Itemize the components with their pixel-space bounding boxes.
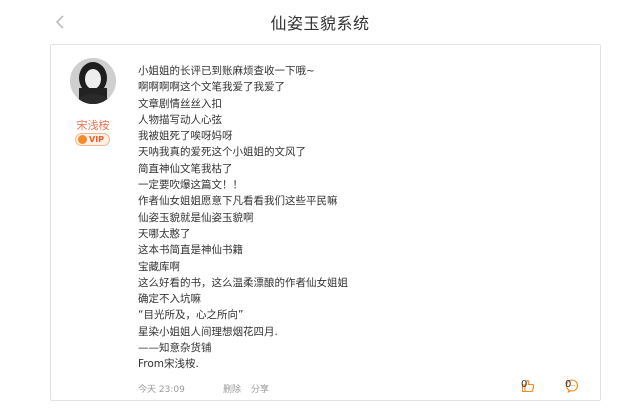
- content-line: 这么好看的书，这么温柔漂酿的作者仙女姐姐: [138, 276, 348, 289]
- share-button[interactable]: 分享: [251, 382, 269, 395]
- vip-badge: VIP: [75, 133, 111, 146]
- comment-card: 宋浅桉 VIP 小姐姐的长评已到账麻烦查收一下哦~ 啊啊啊啊这个文笔我爱了我爱了…: [50, 44, 601, 401]
- content-line: 天呐我真的爱死这个小姐姐的文风了: [138, 146, 306, 159]
- content-line: 文章剧情丝丝入扣: [138, 97, 222, 110]
- avatar[interactable]: [70, 58, 116, 104]
- vip-label: VIP: [89, 135, 105, 144]
- content-line: “目光所及，心之所向”: [138, 309, 244, 322]
- content-line: 仙姿玉貌就是仙姿玉貌啊: [138, 211, 254, 224]
- comment-content: 小姐姐的长评已到账麻烦查收一下哦~ 啊啊啊啊这个文笔我爱了我爱了 文章剧情丝丝入…: [138, 63, 578, 373]
- content-line: 我被姐死了唉呀妈呀: [138, 130, 233, 143]
- comment-footer: 今天 23:09 删除 分享 0 0: [138, 379, 588, 398]
- content-line: 小姐姐的长评已到账麻烦查收一下哦~: [138, 65, 315, 77]
- content-line: 这本书简直是神仙书籍: [138, 244, 243, 257]
- timestamp: 今天 23:09: [138, 385, 185, 395]
- content-line: 宝藏库啊: [138, 260, 180, 273]
- comment-button[interactable]: 0: [565, 379, 579, 393]
- delete-button[interactable]: 删除: [223, 382, 241, 395]
- vip-crown-icon: [78, 135, 87, 144]
- content-line: 简直神仙文笔我枯了: [138, 162, 233, 175]
- like-count: 0: [521, 379, 528, 390]
- comment-count: 0: [565, 379, 572, 390]
- content-line: 作者仙女姐姐愿意下凡看看我们这些平民嘛: [138, 195, 338, 208]
- username-link[interactable]: 宋浅桉: [63, 117, 123, 133]
- like-button[interactable]: 0: [521, 379, 535, 393]
- content-line: 啊啊啊啊这个文笔我爱了我爱了: [138, 81, 285, 94]
- content-line: From宋浅桉.: [138, 358, 199, 371]
- content-line: 确定不入坑嘛: [138, 293, 201, 306]
- page-title: 仙姿玉貌系统: [270, 14, 370, 33]
- content-line: ——知意杂货铺: [138, 342, 212, 355]
- content-line: 一定要吹爆这篇文！！: [138, 179, 243, 192]
- top-header: 仙姿玉貌系统: [0, 0, 640, 44]
- content-line: 天哪太憨了: [138, 227, 191, 240]
- content-line: 人物描写动人心弦: [138, 113, 222, 126]
- content-line: 星染小姐姐人间理想烟花四月.: [138, 325, 278, 338]
